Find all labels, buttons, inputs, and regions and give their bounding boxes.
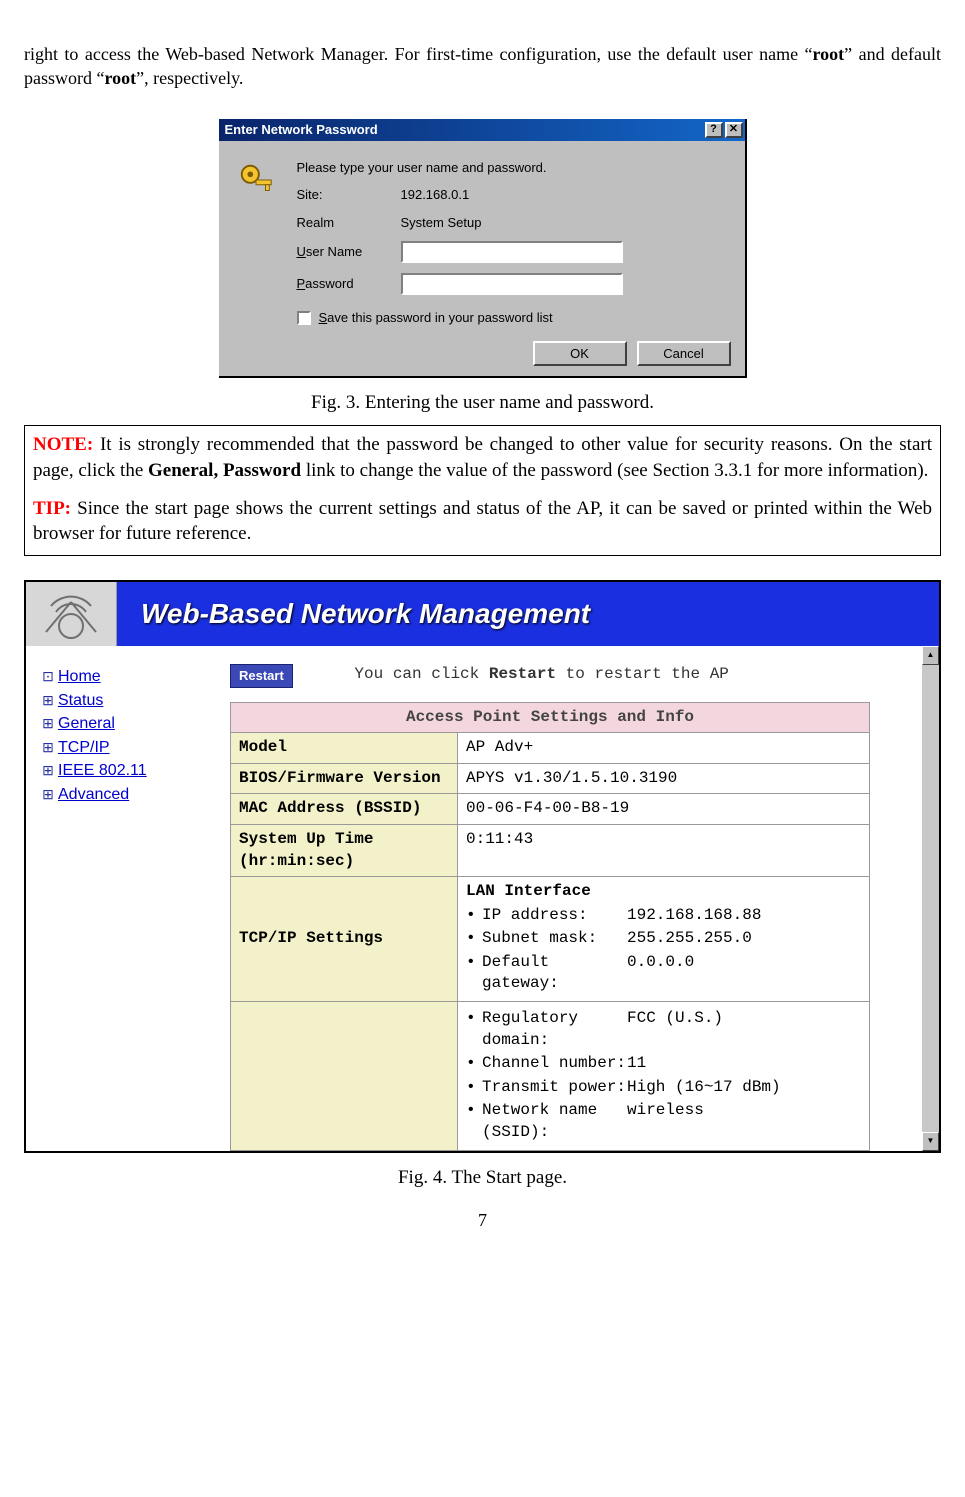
intro-seg1: right to access the Web-based Network Ma… <box>24 44 813 64</box>
wb-logo-icon <box>26 582 117 646</box>
content-scrollbar[interactable]: ▲ ▼ <box>922 646 939 1151</box>
intro-seg3: ”, respectively. <box>136 68 243 88</box>
note-label: NOTE: <box>33 434 93 455</box>
restart-hint: You can click Restart to restart the AP <box>354 664 764 686</box>
nav-general[interactable]: ⊞General <box>40 713 220 735</box>
uptime-key: System Up Time(hr:min:sec) <box>231 824 458 876</box>
intro-root2: root <box>104 68 136 88</box>
password-label: Password <box>297 275 401 293</box>
page-number: 7 <box>24 1208 941 1232</box>
table-caption: Access Point Settings and Info <box>231 702 870 733</box>
dialog-title: Enter Network Password <box>225 121 703 139</box>
nav-status[interactable]: ⊞Status <box>40 690 220 712</box>
nav-advanced[interactable]: ⊞Advanced <box>40 784 220 806</box>
enter-password-dialog: Enter Network Password ? ✕ Please type y… <box>219 119 747 378</box>
scroll-up-icon[interactable]: ▲ <box>922 646 939 665</box>
bios-key: BIOS/Firmware Version <box>239 769 441 787</box>
mac-value: 00-06-F4-00-B8-19 <box>458 794 870 825</box>
help-button[interactable]: ? <box>705 122 723 138</box>
mac-key: MAC Address (BSSID) <box>239 799 421 817</box>
site-label: Site: <box>297 186 401 204</box>
settings-table: Access Point Settings and Info Model AP … <box>230 702 870 1151</box>
username-input[interactable] <box>401 241 623 263</box>
key-icon <box>237 161 275 199</box>
uptime-value: 0:11:43 <box>458 824 870 876</box>
realm-label: Realm <box>297 214 401 232</box>
tcpip-value: LAN Interface •IP address:192.168.168.88… <box>458 877 870 1002</box>
wireless-value: •Regulatory domain:FCC (U.S.) •Channel n… <box>458 1002 870 1151</box>
scroll-down-icon[interactable]: ▼ <box>922 1132 939 1151</box>
wireless-key <box>231 1002 458 1151</box>
nav-home[interactable]: ⊡Home <box>40 666 220 688</box>
username-label: User Name <box>297 243 401 261</box>
note-tip-box: NOTE: It is strongly recommended that th… <box>24 425 941 556</box>
intro-paragraph: right to access the Web-based Network Ma… <box>24 42 941 91</box>
fig4-caption: Fig. 4. The Start page. <box>24 1165 941 1191</box>
tip-text: Since the start page shows the current s… <box>33 498 932 545</box>
intro-root1: root <box>813 44 845 64</box>
save-password-checkbox[interactable] <box>297 311 311 325</box>
restart-button[interactable]: Restart <box>230 664 293 688</box>
bios-value: APYS v1.30/1.5.10.3190 <box>458 763 870 794</box>
note-end: link to change the value of the password… <box>301 460 928 481</box>
tip-label: TIP: <box>33 498 71 519</box>
site-value: 192.168.0.1 <box>401 186 470 204</box>
wb-title: Web-Based Network Management <box>117 595 590 633</box>
dialog-titlebar: Enter Network Password ? ✕ <box>219 119 745 141</box>
model-key: Model <box>239 738 287 756</box>
model-value: AP Adv+ <box>458 733 870 764</box>
fig3-caption: Fig. 3. Entering the user name and passw… <box>24 390 941 416</box>
cancel-button[interactable]: Cancel <box>637 341 731 366</box>
nav-tcpip[interactable]: ⊞TCP/IP <box>40 737 220 759</box>
dialog-instruction: Please type your user name and password. <box>297 153 731 177</box>
wb-header: Web-Based Network Management <box>26 582 939 646</box>
nav-ieee80211[interactable]: ⊞IEEE 802.11 <box>40 760 220 782</box>
ok-button[interactable]: OK <box>533 341 627 366</box>
password-input[interactable] <box>401 273 623 295</box>
wb-content: Restart You can click Restart to restart… <box>220 646 922 1151</box>
note-bold: General, Password <box>148 460 301 481</box>
wb-nav: ⊡Home ⊞Status ⊞General ⊞TCP/IP ⊞IEEE 802… <box>26 646 220 1151</box>
close-button[interactable]: ✕ <box>725 122 743 138</box>
realm-value: System Setup <box>401 214 482 232</box>
lan-header: LAN Interface <box>466 882 591 900</box>
tcpip-key: TCP/IP Settings <box>239 929 383 947</box>
save-password-label: Save this password in your password list <box>319 309 553 327</box>
web-management-screenshot: Web-Based Network Management ⊡Home ⊞Stat… <box>24 580 941 1153</box>
